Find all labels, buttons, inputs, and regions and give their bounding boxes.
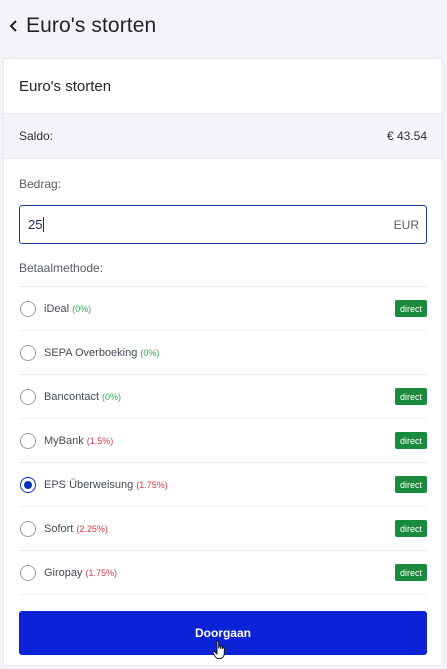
payment-method-name: MyBank (44, 434, 84, 447)
page-title: Euro's storten (26, 14, 157, 37)
direct-badge: direct (395, 388, 427, 405)
payment-method-radio[interactable] (20, 432, 36, 449)
amount-input[interactable]: 25 EUR (19, 205, 427, 244)
payment-method-fee: (0%) (72, 303, 92, 314)
payment-method-name: iDeal (44, 302, 70, 315)
payment-method-row[interactable]: iDeal (0%) direct (19, 287, 427, 331)
payment-method-label: Betaalmethode: (19, 261, 104, 275)
payment-method-row[interactable]: SEPA Overboeking (0%) (19, 331, 427, 375)
payment-method-list: iDeal (0%) direct SEPA Overboeking (0%) Banco… (19, 286, 427, 595)
direct-badge: direct (395, 300, 427, 317)
payment-method-row[interactable]: MyBank (1.5%) direct (19, 419, 427, 463)
payment-method-row[interactable]: Giropay (1.75%) direct (19, 551, 427, 595)
payment-method-fee: (0%) (102, 391, 122, 402)
payment-method-row[interactable]: Bancontact (0%) direct (19, 375, 427, 419)
payment-method-radio[interactable] (20, 344, 36, 361)
payment-method-name: Sofort (44, 522, 74, 535)
continue-button[interactable]: Doorgaan (19, 611, 427, 659)
balance-label: Saldo: (19, 129, 54, 143)
payment-method-name: Giropay (44, 566, 83, 579)
direct-badge: direct (395, 564, 427, 581)
payment-method-radio[interactable] (20, 300, 36, 317)
payment-method-fee: (1.75%) (136, 479, 168, 490)
radio-selected-dot (24, 480, 32, 489)
amount-value[interactable]: 25 (28, 217, 42, 232)
payment-method-fee: (2.25%) (76, 523, 108, 534)
hand-cursor-icon (212, 640, 225, 659)
payment-method-radio[interactable] (20, 388, 36, 405)
direct-badge: direct (395, 476, 427, 493)
payment-method-radio[interactable] (20, 520, 36, 537)
top-bar: Euro's storten (0, 0, 447, 52)
payment-method-fee: (0%) (140, 347, 160, 358)
direct-badge: direct (395, 432, 427, 449)
text-caret (43, 217, 45, 232)
currency-label: EUR (393, 217, 419, 232)
chevron-left-icon[interactable] (6, 19, 20, 33)
payment-method-row[interactable]: EPS Überweisung (1.75%) direct (19, 463, 427, 507)
payment-method-radio[interactable] (20, 476, 36, 493)
balance-value: € 43.54 (386, 129, 427, 143)
direct-badge: direct (395, 520, 427, 537)
deposit-card: Euro's storten Saldo: € 43.54 Bedrag: 25… (3, 58, 443, 666)
payment-method-radio[interactable] (20, 564, 36, 581)
balance-row: Saldo: € 43.54 (4, 114, 442, 159)
payment-method-name: SEPA Overboeking (44, 346, 138, 359)
payment-method-row[interactable]: Sofort (2.25%) direct (19, 507, 427, 551)
amount-label: Bedrag: (19, 177, 62, 191)
payment-method-name: Bancontact (44, 390, 100, 403)
card-header: Euro's storten (4, 59, 442, 114)
continue-button-label: Doorgaan (194, 626, 251, 640)
payment-method-fee: (1.75%) (85, 567, 118, 578)
payment-method-name: EPS Überweisung (44, 478, 134, 491)
card-title: Euro's storten (19, 77, 112, 95)
payment-method-fee: (1.5%) (86, 435, 114, 446)
